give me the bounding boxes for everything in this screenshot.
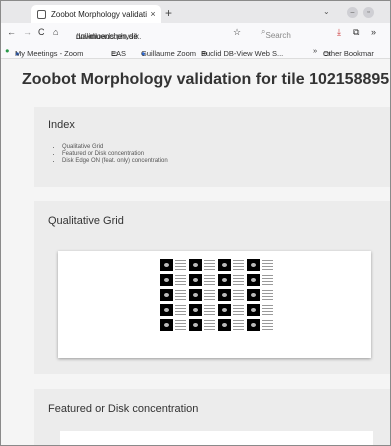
reload-icon[interactable]: C <box>38 27 45 37</box>
thumbnail-caption <box>233 275 244 285</box>
galaxy-thumbnail <box>160 259 173 271</box>
galaxy-thumbnail <box>189 304 202 316</box>
page-icon <box>37 9 46 19</box>
thumbnail-caption <box>262 290 273 300</box>
home-icon[interactable]: ⌂ <box>53 27 58 37</box>
thumbnail-caption <box>204 290 215 300</box>
thumbnail-caption <box>262 275 273 285</box>
galaxy-thumbnail <box>247 319 260 331</box>
galaxy-thumbnail <box>247 289 260 301</box>
thumbnail-caption <box>204 320 215 330</box>
index-link-qualitative-grid[interactable]: Qualitative Grid <box>62 144 168 151</box>
thumbnail-caption <box>262 260 273 270</box>
galaxy-thumbnail <box>160 274 173 286</box>
back-icon[interactable]: ← <box>7 27 16 37</box>
featured-image <box>60 431 373 445</box>
index-heading: Index <box>48 119 75 131</box>
featured-heading: Featured or Disk concentration <box>48 403 199 415</box>
galaxy-thumbnail <box>189 274 202 286</box>
index-list: Qualitative Grid Featured or Disk concen… <box>54 144 168 165</box>
galaxy-thumbnail <box>218 274 231 286</box>
page-content: Zoobot Morphology validation for tile 10… <box>1 59 390 445</box>
bookmark-label: Guillaume Zoom <box>141 49 197 58</box>
thumbnail-caption <box>204 260 215 270</box>
thumbnail-caption <box>233 260 244 270</box>
page-title: Zoobot Morphology validation for tile 10… <box>22 71 390 88</box>
featured-card: Featured or Disk concentration <box>34 389 390 445</box>
galaxy-thumbnail <box>247 304 260 316</box>
url-bar[interactable]: downloads.physik. uni-muenchen.de/valid <box>76 26 226 40</box>
thumbnail-caption <box>175 290 186 300</box>
index-link-featured[interactable]: Featured or Disk concentration <box>62 151 168 158</box>
bookmark-dot-icon: ● <box>5 46 10 55</box>
thumbnail-caption <box>204 305 215 315</box>
galaxy-thumbnail <box>189 289 202 301</box>
tab-bar: Zoobot Morphology validati × + ⌄ – ▫ <box>1 1 390 23</box>
galaxy-thumbnail <box>247 274 260 286</box>
galaxy-thumbnail <box>160 319 173 331</box>
galaxy-thumbnail <box>218 289 231 301</box>
url-suffix: /valid <box>76 32 95 40</box>
galaxy-thumbnail <box>218 259 231 271</box>
bookmark-label: EAS <box>111 49 127 58</box>
qualitative-grid-heading: Qualitative Grid <box>48 215 124 227</box>
search-placeholder: Search <box>265 31 291 40</box>
bookmark-label: Euclid DB-View Web S... <box>201 49 284 58</box>
thumbnail-caption <box>175 275 186 285</box>
browser-window: Zoobot Morphology validati × + ⌄ – ▫ ← →… <box>0 0 391 446</box>
thumbnail-caption <box>233 320 244 330</box>
thumbnail-caption <box>175 260 186 270</box>
galaxy-thumbnail <box>247 259 260 271</box>
galaxy-thumbnail <box>218 304 231 316</box>
tab-title: Zoobot Morphology validati <box>51 9 148 19</box>
forward-icon[interactable]: → <box>23 27 32 37</box>
new-tab-button[interactable]: + <box>165 6 172 20</box>
galaxy-thumbnail <box>160 289 173 301</box>
index-card: Index Qualitative Grid Featured or Disk … <box>34 107 390 187</box>
tab-list-button[interactable]: ⌄ <box>323 7 330 16</box>
galaxy-thumbnail <box>189 259 202 271</box>
qualitative-grid-card: Qualitative Grid <box>34 201 390 374</box>
bookmark-label: My Meetings - Zoom <box>15 49 84 58</box>
thumbnail-caption <box>262 305 273 315</box>
nav-bar: ← → C ⌂ downloads.physik. uni-muenchen.de… <box>1 23 390 43</box>
thumbnail-caption <box>262 320 273 330</box>
bookmarks-overflow-icon[interactable]: » <box>313 46 317 55</box>
maximize-icon[interactable]: ▫ <box>363 7 374 18</box>
minimize-icon[interactable]: – <box>347 7 358 18</box>
galaxy-thumbnail <box>160 304 173 316</box>
thumbnail-caption <box>233 290 244 300</box>
thumbnail-caption <box>204 275 215 285</box>
thumbnail-caption <box>175 320 186 330</box>
qualitative-grid-image <box>58 251 371 358</box>
search-input[interactable]: ⌕ Search <box>261 27 291 40</box>
download-icon[interactable]: ⤓ <box>337 27 341 38</box>
bookmarks-bar: ● ● My Meetings - Zoom ▭ EAS ● Guillaume… <box>1 43 390 59</box>
index-link-edge-on[interactable]: Disk Edge ON (feat. only) concentration <box>62 158 168 165</box>
tab-zoobot[interactable]: Zoobot Morphology validati × <box>31 5 161 23</box>
bookmark-star-icon[interactable]: ☆ <box>233 27 241 38</box>
overflow-menu-icon[interactable]: » <box>371 27 376 37</box>
extensions-icon[interactable]: ⧉ <box>353 27 359 38</box>
other-bookmarks-label: Other Bookmar <box>323 49 374 58</box>
galaxy-thumbnail <box>189 319 202 331</box>
thumbnail-caption <box>175 305 186 315</box>
thumbnail-caption <box>233 305 244 315</box>
galaxy-thumbnail <box>218 319 231 331</box>
close-tab-icon[interactable]: × <box>148 9 158 19</box>
